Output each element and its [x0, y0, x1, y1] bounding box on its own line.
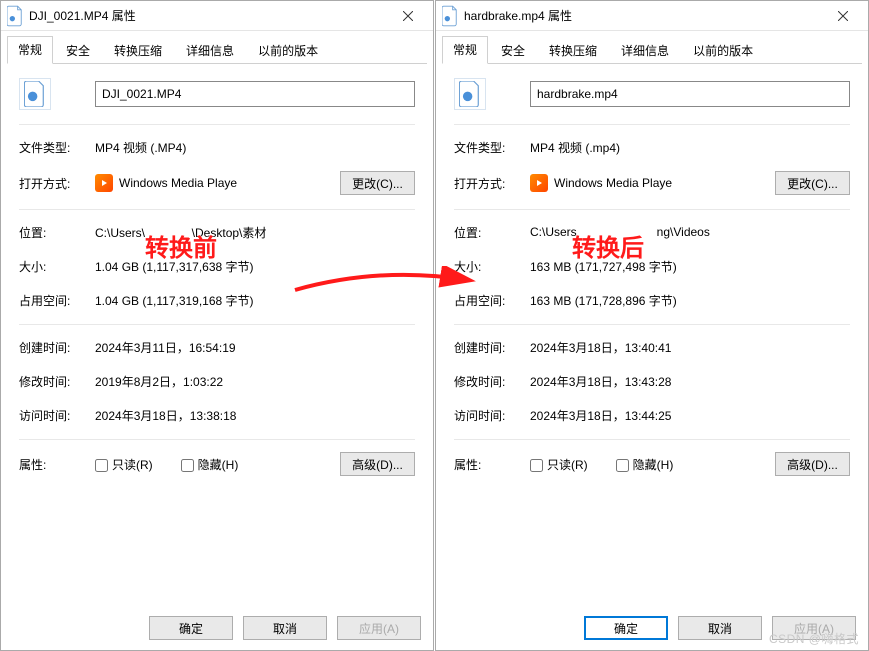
accessed-value: 2024年3月18日，13:44:25 [530, 407, 850, 424]
wmp-icon [530, 174, 548, 192]
window-title: DJI_0021.MP4 属性 [29, 7, 387, 24]
tab-bar: 常规 安全 转换压缩 详细信息 以前的版本 [1, 31, 433, 63]
location-value: C:\Users\ \Desktop\素材 [95, 224, 415, 241]
tab-security[interactable]: 安全 [55, 37, 101, 64]
modified-label: 修改时间: [454, 373, 530, 390]
tab-previous-versions[interactable]: 以前的版本 [247, 37, 329, 64]
titlebar: hardbrake.mp4 属性 [436, 1, 868, 31]
accessed-label: 访问时间: [19, 407, 95, 424]
tab-bar: 常规 安全 转换压缩 详细信息 以前的版本 [436, 31, 868, 63]
hidden-checkbox[interactable] [181, 459, 194, 472]
file-type-label: 文件类型: [19, 139, 95, 156]
cancel-button[interactable]: 取消 [678, 616, 762, 640]
file-icon [7, 8, 23, 24]
tab-security[interactable]: 安全 [490, 37, 536, 64]
open-with-value: Windows Media Playe [554, 176, 672, 190]
cancel-button[interactable]: 取消 [243, 616, 327, 640]
tab-details[interactable]: 详细信息 [175, 37, 245, 64]
file-icon-large [454, 78, 530, 110]
tab-convert-compress[interactable]: 转换压缩 [103, 37, 173, 64]
ok-button[interactable]: 确定 [584, 616, 668, 640]
open-with-label: 打开方式: [454, 175, 530, 192]
location-label: 位置: [454, 224, 530, 241]
created-value: 2024年3月11日，16:54:19 [95, 339, 415, 356]
readonly-checkbox-label[interactable]: 只读(R) [95, 456, 153, 473]
change-button[interactable]: 更改(C)... [340, 171, 415, 195]
change-button[interactable]: 更改(C)... [775, 171, 850, 195]
modified-value: 2024年3月18日，13:43:28 [530, 373, 850, 390]
apply-button[interactable]: 应用(A) [337, 616, 421, 640]
attributes-label: 属性: [19, 456, 95, 473]
size-on-disk-value: 163 MB (171,728,896 字节) [530, 292, 850, 309]
file-type-value: MP4 视频 (.mp4) [530, 139, 850, 156]
attributes-label: 属性: [454, 456, 530, 473]
size-value: 163 MB (171,727,498 字节) [530, 258, 850, 275]
general-panel: 文件类型: MP4 视频 (.MP4) 打开方式: Windows Media … [1, 64, 433, 606]
tab-general[interactable]: 常规 [7, 36, 53, 64]
hidden-checkbox-label[interactable]: 隐藏(H) [616, 456, 674, 473]
size-label: 大小: [19, 258, 95, 275]
open-with-value: Windows Media Playe [119, 176, 237, 190]
tab-convert-compress[interactable]: 转换压缩 [538, 37, 608, 64]
file-type-value: MP4 视频 (.MP4) [95, 139, 415, 156]
tab-general[interactable]: 常规 [442, 36, 488, 64]
wmp-icon [95, 174, 113, 192]
modified-label: 修改时间: [19, 373, 95, 390]
tab-details[interactable]: 详细信息 [610, 37, 680, 64]
watermark: CSDN @嗨格式 [769, 630, 859, 647]
size-on-disk-label: 占用空间: [19, 292, 95, 309]
filename-input[interactable] [95, 81, 415, 107]
file-icon [442, 8, 458, 24]
modified-value: 2019年8月2日，1:03:22 [95, 373, 415, 390]
size-label: 大小: [454, 258, 530, 275]
created-label: 创建时间: [454, 339, 530, 356]
properties-dialog-right: hardbrake.mp4 属性 常规 安全 转换压缩 详细信息 以前的版本 [435, 0, 869, 651]
location-value: C:\Users ng\Videos [530, 225, 850, 239]
open-with-label: 打开方式: [19, 175, 95, 192]
general-panel: 文件类型: MP4 视频 (.mp4) 打开方式: Windows Media … [436, 64, 868, 606]
created-value: 2024年3月18日，13:40:41 [530, 339, 850, 356]
filename-input[interactable] [530, 81, 850, 107]
readonly-checkbox-label[interactable]: 只读(R) [530, 456, 588, 473]
location-label: 位置: [19, 224, 95, 241]
close-button[interactable] [387, 5, 429, 27]
size-on-disk-label: 占用空间: [454, 292, 530, 309]
properties-dialog-left: DJI_0021.MP4 属性 常规 安全 转换压缩 详细信息 以前的版本 [0, 0, 434, 651]
size-on-disk-value: 1.04 GB (1,117,319,168 字节) [95, 292, 415, 309]
size-value: 1.04 GB (1,117,317,638 字节) [95, 258, 415, 275]
file-type-label: 文件类型: [454, 139, 530, 156]
advanced-button[interactable]: 高级(D)... [775, 452, 850, 476]
dialog-buttons: 确定 取消 应用(A) [1, 606, 433, 650]
hidden-checkbox-label[interactable]: 隐藏(H) [181, 456, 239, 473]
readonly-checkbox[interactable] [95, 459, 108, 472]
ok-button[interactable]: 确定 [149, 616, 233, 640]
close-button[interactable] [822, 5, 864, 27]
accessed-label: 访问时间: [454, 407, 530, 424]
hidden-checkbox[interactable] [616, 459, 629, 472]
window-title: hardbrake.mp4 属性 [464, 7, 822, 24]
tab-previous-versions[interactable]: 以前的版本 [682, 37, 764, 64]
titlebar: DJI_0021.MP4 属性 [1, 1, 433, 31]
readonly-checkbox[interactable] [530, 459, 543, 472]
advanced-button[interactable]: 高级(D)... [340, 452, 415, 476]
accessed-value: 2024年3月18日，13:38:18 [95, 407, 415, 424]
created-label: 创建时间: [19, 339, 95, 356]
file-icon-large [19, 78, 95, 110]
